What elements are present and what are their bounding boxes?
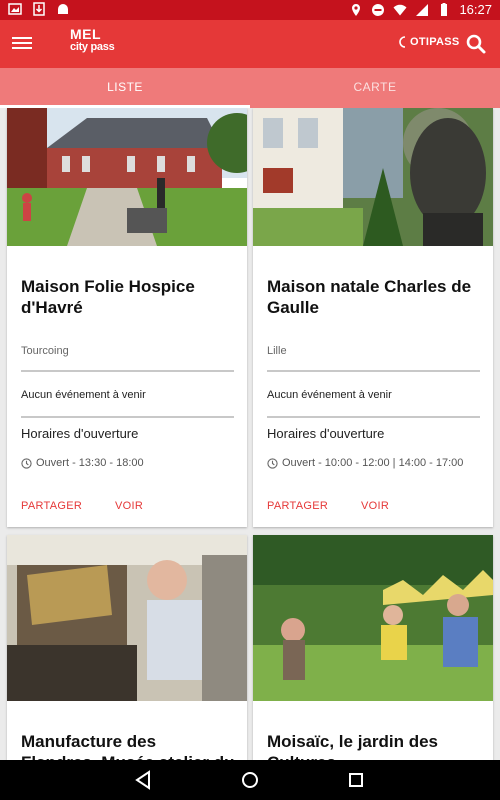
app-bar: MEL city pass OTIPASS xyxy=(0,20,500,68)
share-button[interactable]: PARTAGER xyxy=(21,500,82,512)
location-icon xyxy=(352,3,361,16)
clock-icon xyxy=(21,457,32,469)
signal-icon xyxy=(416,3,429,16)
clock-icon xyxy=(267,457,278,469)
wifi-icon xyxy=(393,4,407,15)
recents-icon[interactable] xyxy=(344,768,368,792)
place-city: Lille xyxy=(267,345,287,357)
place-title: Moisaïc, le jardin des Cultures xyxy=(267,732,439,760)
battery-icon xyxy=(441,2,448,16)
tab-carte[interactable]: CARTE xyxy=(250,68,500,108)
menu-icon[interactable] xyxy=(12,34,32,54)
events-status: Aucun événement à venir xyxy=(21,389,146,401)
places-grid: Maison Folie Hospice d'Havré Tourcoing A… xyxy=(0,108,500,760)
android-notification-icon xyxy=(58,4,68,14)
place-card[interactable]: Manufacture des Flandres, Musée atelier … xyxy=(7,535,247,760)
place-card[interactable]: Maison Folie Hospice d'Havré Tourcoing A… xyxy=(7,108,247,527)
otipass-mark-icon xyxy=(399,36,406,48)
opening-hours: Ouvert - 10:00 - 12:00 | 14:00 - 17:00 xyxy=(267,457,463,469)
place-photo xyxy=(7,535,247,701)
divider xyxy=(267,370,480,372)
place-card[interactable]: Moisaïc, le jardin des Cultures xyxy=(253,535,493,760)
place-title: Manufacture des Flandres, Musée atelier … xyxy=(21,732,235,760)
place-photo xyxy=(253,108,493,246)
opening-hours: Ouvert - 13:30 - 18:00 xyxy=(21,457,144,469)
place-title: Maison Folie Hospice d'Havré xyxy=(21,277,195,317)
home-icon[interactable] xyxy=(238,768,262,792)
opening-hours-heading: Horaires d'ouverture xyxy=(267,426,385,441)
events-status: Aucun événement à venir xyxy=(267,389,392,401)
place-title: Maison natale Charles de Gaulle xyxy=(267,277,472,317)
opening-hours-heading: Horaires d'ouverture xyxy=(21,426,139,441)
place-photo xyxy=(253,535,493,701)
divider xyxy=(21,416,234,418)
place-city: Tourcoing xyxy=(21,345,69,357)
otipass-logo: OTIPASS xyxy=(398,36,460,48)
divider xyxy=(267,416,480,418)
divider xyxy=(21,370,234,372)
image-notification-icon xyxy=(8,3,22,15)
search-icon[interactable] xyxy=(464,32,488,56)
place-card[interactable]: Maison natale Charles de Gaulle Lille Au… xyxy=(253,108,493,527)
view-button[interactable]: VOIR xyxy=(361,500,389,512)
back-icon[interactable] xyxy=(132,768,156,792)
view-button[interactable]: VOIR xyxy=(115,500,143,512)
share-button[interactable]: PARTAGER xyxy=(267,500,328,512)
status-time: 16:27 xyxy=(459,2,492,17)
status-bar: 16:27 xyxy=(0,0,500,20)
system-navigation-bar xyxy=(0,760,500,800)
mel-city-pass-logo: MEL city pass xyxy=(70,26,115,53)
tab-liste[interactable]: LISTE xyxy=(0,68,250,108)
do-not-disturb-icon xyxy=(372,3,385,16)
view-tabs: LISTE CARTE xyxy=(0,68,500,108)
download-notification-icon xyxy=(33,2,45,16)
place-photo xyxy=(7,108,247,246)
